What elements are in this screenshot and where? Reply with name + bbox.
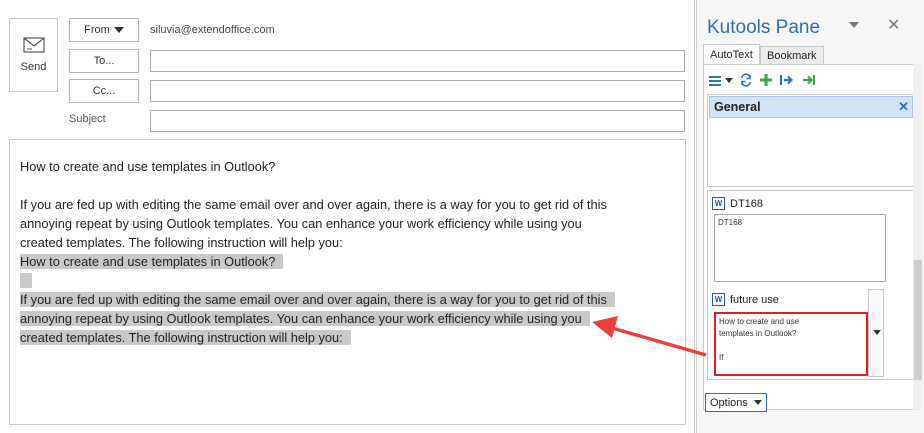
insert-icon[interactable] [779, 73, 795, 87]
autotext-toolbar [708, 71, 817, 89]
pane-title: Kutools Pane [707, 17, 821, 38]
export-icon[interactable] [801, 73, 817, 87]
refresh-icon[interactable] [739, 73, 753, 87]
chevron-down-icon [113, 27, 124, 33]
word-doc-icon: W [712, 197, 725, 210]
entry-preview[interactable]: DT168 [714, 214, 886, 282]
group-name: General [714, 100, 761, 114]
pane-scrollbar[interactable] [913, 64, 923, 410]
options-label: Options [710, 396, 748, 409]
tab-bookmark[interactable]: Bookmark [760, 46, 824, 64]
body-line: If you are fed up with editing the same … [20, 197, 607, 212]
cc-button[interactable]: Cc... [69, 79, 139, 103]
to-input[interactable] [150, 50, 685, 72]
inserted-autotext-line: created templates. The following instruc… [20, 330, 351, 345]
autotext-panel: General ✕ W DT168 DT168 W future use How… [703, 64, 919, 410]
entry-name: future use [730, 293, 779, 306]
compose-window: Send From siluvia@extendoffice.com To...… [0, 0, 695, 433]
to-label: To... [93, 55, 115, 67]
body-line: How to create and use templates in Outlo… [20, 159, 276, 174]
entry-preview-text: If [719, 353, 724, 362]
autotext-entry[interactable]: W future use [712, 293, 779, 306]
body-line: annoying repeat by using Outlook templat… [20, 216, 582, 231]
subject-input[interactable] [150, 110, 685, 132]
group-item-general[interactable]: General ✕ [709, 96, 913, 118]
entry-preview-text: DT168 [718, 218, 743, 227]
message-body-text: How to create and use templates in Outlo… [20, 157, 670, 347]
scrollbar-thumb[interactable] [914, 260, 922, 380]
options-button[interactable]: Options [705, 393, 767, 412]
send-envelope-icon [22, 37, 45, 53]
inserted-autotext-line: annoying repeat by using Outlook templat… [20, 311, 590, 326]
word-doc-icon: W [712, 293, 725, 306]
from-address: siluvia@extendoffice.com [150, 24, 275, 36]
tab-autotext[interactable]: AutoText [703, 44, 760, 65]
entry-preview[interactable]: How to create and use templates in Outlo… [714, 312, 868, 376]
inserted-autotext-line: If you are fed up with editing the same … [20, 292, 615, 307]
inserted-autotext-blank [20, 273, 32, 288]
chevron-down-icon[interactable] [725, 77, 733, 83]
entry-preview-text: How to create and use [719, 317, 800, 326]
entry-name: DT168 [730, 197, 764, 210]
inserted-autotext-line: How to create and use templates in Outlo… [20, 254, 284, 269]
autotext-entries: W DT168 DT168 W future use How to create… [707, 190, 915, 380]
chevron-down-icon[interactable] [873, 330, 881, 335]
subject-label: Subject [69, 113, 106, 125]
kutools-pane: Kutools Pane ✕ AutoText Bookmark General… [696, 0, 924, 433]
close-icon[interactable]: ✕ [887, 15, 900, 35]
send-label: Send [20, 61, 47, 73]
group-list: General ✕ [707, 94, 915, 187]
chevron-down-icon [753, 400, 762, 405]
body-line: created templates. The following instruc… [20, 235, 343, 250]
from-button[interactable]: From [69, 18, 139, 42]
send-button[interactable]: Send [9, 18, 58, 92]
list-icon[interactable] [708, 74, 722, 87]
close-icon[interactable]: ✕ [898, 99, 909, 115]
entry-preview-scrollbar[interactable] [868, 289, 884, 377]
cc-label: Cc... [92, 85, 116, 97]
message-body[interactable]: How to create and use templates in Outlo… [9, 139, 686, 425]
add-icon[interactable] [759, 73, 773, 87]
entry-preview-text: templates in Outlook? [719, 329, 797, 338]
autotext-entry[interactable]: W DT168 [712, 197, 763, 210]
pane-menu-icon[interactable] [849, 22, 859, 28]
from-label: From [84, 24, 110, 36]
to-button[interactable]: To... [69, 49, 139, 73]
cc-input[interactable] [150, 80, 685, 102]
